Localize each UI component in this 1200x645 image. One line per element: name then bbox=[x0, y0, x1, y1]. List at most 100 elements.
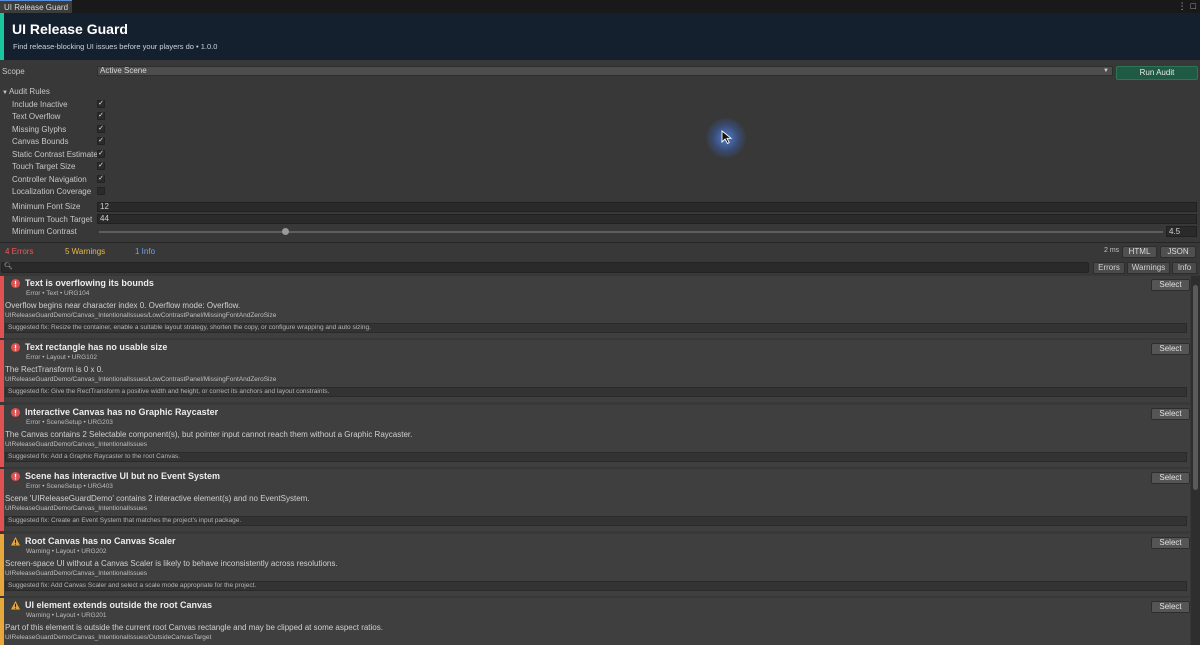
issue-path: UIReleaseGuardDemo/Canvas_IntentionalIss… bbox=[5, 376, 277, 383]
error-icon bbox=[11, 279, 20, 288]
rule-label: Text Overflow bbox=[12, 112, 61, 121]
min-touch-input[interactable]: 44 bbox=[97, 214, 1197, 224]
error-icon bbox=[11, 343, 20, 352]
issue-description: The RectTransform is 0 x 0. bbox=[5, 365, 104, 374]
error-icon bbox=[11, 472, 20, 481]
issue-card: UI element extends outside the root Canv… bbox=[0, 598, 1190, 645]
issue-card: Interactive Canvas has no Graphic Raycas… bbox=[0, 405, 1190, 467]
rule-checkbox-missing-glyphs[interactable]: ✓ bbox=[97, 125, 105, 133]
issue-description: Scene 'UIReleaseGuardDemo' contains 2 in… bbox=[5, 494, 310, 503]
rule-checkbox-canvas-bounds[interactable]: ✓ bbox=[97, 137, 105, 145]
issue-title: UI element extends outside the root Canv… bbox=[25, 600, 213, 610]
rule-label: Controller Navigation bbox=[12, 175, 87, 184]
warning-icon bbox=[11, 537, 20, 546]
issue-title: Root Canvas has no Canvas Scaler bbox=[25, 536, 176, 546]
rule-checkbox-controller-navigation[interactable]: ✓ bbox=[97, 175, 105, 183]
scope-value: Active Scene bbox=[100, 66, 147, 75]
search-icon: 🔍︎ bbox=[4, 263, 13, 270]
issue-description: Overflow begins near character index 0. … bbox=[5, 301, 241, 310]
warning-icon bbox=[11, 601, 20, 610]
rule-checkbox-localization[interactable] bbox=[97, 187, 105, 195]
min-contrast-input[interactable]: 4.5 bbox=[1166, 226, 1197, 237]
header-banner: UI Release Guard Find release-blocking U… bbox=[0, 13, 1200, 60]
audit-duration: 2 ms bbox=[1104, 247, 1120, 254]
issue-title: Scene has interactive UI but no Event Sy… bbox=[25, 471, 221, 481]
select-object-button[interactable]: Select bbox=[1151, 537, 1190, 549]
issue-path: UIReleaseGuardDemo/Canvas_IntentionalIss… bbox=[5, 505, 147, 512]
issue-meta: Error • SceneSetup • URG203 bbox=[26, 419, 113, 426]
rule-label: Localization Coverage bbox=[12, 187, 92, 196]
issue-title: Text is overflowing its bounds bbox=[25, 278, 154, 288]
issue-title: Interactive Canvas has no Graphic Raycas… bbox=[25, 407, 219, 417]
export-html-button[interactable]: HTML bbox=[1122, 246, 1157, 258]
issue-suggested-fix: Suggested fix: Add a Graphic Raycaster t… bbox=[5, 452, 1187, 462]
dropdown-arrow-icon: ▼ bbox=[1103, 68, 1109, 74]
min-font-label: Minimum Font Size bbox=[12, 202, 81, 211]
issue-list: Text is overflowing its bounds Error • T… bbox=[0, 276, 1190, 645]
issue-description: Screen-space UI without a Canvas Scaler … bbox=[5, 559, 338, 568]
audit-rules-foldout[interactable]: ▼Audit Rules bbox=[2, 87, 50, 96]
min-contrast-label: Minimum Contrast bbox=[12, 227, 77, 236]
filter-info-toggle[interactable]: Info bbox=[1172, 262, 1197, 274]
more-options-icon[interactable]: ⋮ bbox=[1178, 0, 1187, 13]
mouse-cursor-icon bbox=[721, 130, 733, 144]
issue-meta: Warning • Layout • URG201 bbox=[26, 612, 107, 619]
issue-meta: Warning • Layout • URG202 bbox=[26, 548, 107, 555]
rule-checkbox-static-contrast[interactable]: ✓ bbox=[97, 150, 105, 158]
app-title: UI Release Guard bbox=[12, 21, 128, 37]
foldout-label: Audit Rules bbox=[8, 87, 50, 96]
select-object-button[interactable]: Select bbox=[1151, 343, 1190, 355]
maximize-icon[interactable]: □ bbox=[1191, 0, 1196, 13]
issue-path: UIReleaseGuardDemo/Canvas_IntentionalIss… bbox=[5, 441, 147, 448]
foldout-triangle-icon: ▼ bbox=[2, 90, 8, 96]
issue-meta: Error • Text • URG104 bbox=[26, 290, 90, 297]
issue-title: Text rectangle has no usable size bbox=[25, 342, 168, 352]
rule-label: Canvas Bounds bbox=[12, 137, 69, 146]
app-subtitle: Find release-blocking UI issues before y… bbox=[13, 42, 218, 51]
issue-path: UIReleaseGuardDemo/Canvas_IntentionalIss… bbox=[5, 570, 147, 577]
issue-search-input[interactable]: 🔍︎ bbox=[1, 262, 1089, 273]
scope-label: Scope bbox=[2, 67, 25, 76]
rule-label: Static Contrast Estimate bbox=[12, 150, 98, 159]
min-touch-label: Minimum Touch Target bbox=[12, 215, 93, 224]
export-json-button[interactable]: JSON bbox=[1160, 246, 1196, 258]
run-audit-button[interactable]: Run Audit bbox=[1116, 66, 1198, 80]
issue-suggested-fix: Suggested fix: Give the RectTransform a … bbox=[5, 387, 1187, 397]
scope-dropdown[interactable]: Active Scene ▼ bbox=[97, 66, 1113, 76]
issue-suggested-fix: Suggested fix: Resize the container, ena… bbox=[5, 323, 1187, 333]
select-object-button[interactable]: Select bbox=[1151, 279, 1190, 291]
error-icon bbox=[11, 408, 20, 417]
editor-tab-bar: UI Release Guard ⋮ □ bbox=[0, 0, 1200, 13]
select-object-button[interactable]: Select bbox=[1151, 472, 1190, 484]
rule-checkbox-text-overflow[interactable]: ✓ bbox=[97, 112, 105, 120]
issue-card: Text rectangle has no usable size Error … bbox=[0, 340, 1190, 402]
select-object-button[interactable]: Select bbox=[1151, 408, 1190, 420]
issue-meta: Error • SceneSetup • URG403 bbox=[26, 483, 113, 490]
window-tab[interactable]: UI Release Guard bbox=[0, 0, 73, 13]
issue-suggested-fix: Suggested fix: Add Canvas Scaler and sel… bbox=[5, 581, 1187, 591]
scrollbar-thumb[interactable] bbox=[1193, 285, 1198, 490]
filter-errors-toggle[interactable]: Errors bbox=[1093, 262, 1125, 274]
issue-description: Part of this element is outside the curr… bbox=[5, 623, 383, 632]
issue-card: Scene has interactive UI but no Event Sy… bbox=[0, 469, 1190, 531]
min-contrast-slider-handle[interactable] bbox=[282, 228, 289, 235]
issue-suggested-fix: Suggested fix: Create an Event System th… bbox=[5, 516, 1187, 526]
rule-label: Include Inactive bbox=[12, 100, 68, 109]
issue-card: Root Canvas has no Canvas Scaler Warning… bbox=[0, 534, 1190, 596]
info-count: 1 Info bbox=[135, 247, 156, 256]
warning-count: 5 Warnings bbox=[65, 247, 106, 256]
issue-meta: Error • Layout • URG102 bbox=[26, 354, 98, 361]
issue-description: The Canvas contains 2 Selectable compone… bbox=[5, 430, 413, 439]
issue-path: UIReleaseGuardDemo/Canvas_IntentionalIss… bbox=[5, 312, 277, 319]
min-font-input[interactable]: 12 bbox=[97, 202, 1197, 212]
rule-label: Touch Target Size bbox=[12, 162, 76, 171]
filter-warnings-toggle[interactable]: Warnings bbox=[1127, 262, 1170, 274]
divider bbox=[0, 242, 1200, 243]
error-count: 4 Errors bbox=[5, 247, 34, 256]
select-object-button[interactable]: Select bbox=[1151, 601, 1190, 613]
min-contrast-slider-track[interactable] bbox=[99, 231, 1163, 233]
rule-checkbox-include-inactive[interactable]: ✓ bbox=[97, 100, 105, 108]
issue-card: Text is overflowing its bounds Error • T… bbox=[0, 276, 1190, 338]
rule-checkbox-touch-target[interactable]: ✓ bbox=[97, 162, 105, 170]
rule-label: Missing Glyphs bbox=[12, 125, 67, 134]
